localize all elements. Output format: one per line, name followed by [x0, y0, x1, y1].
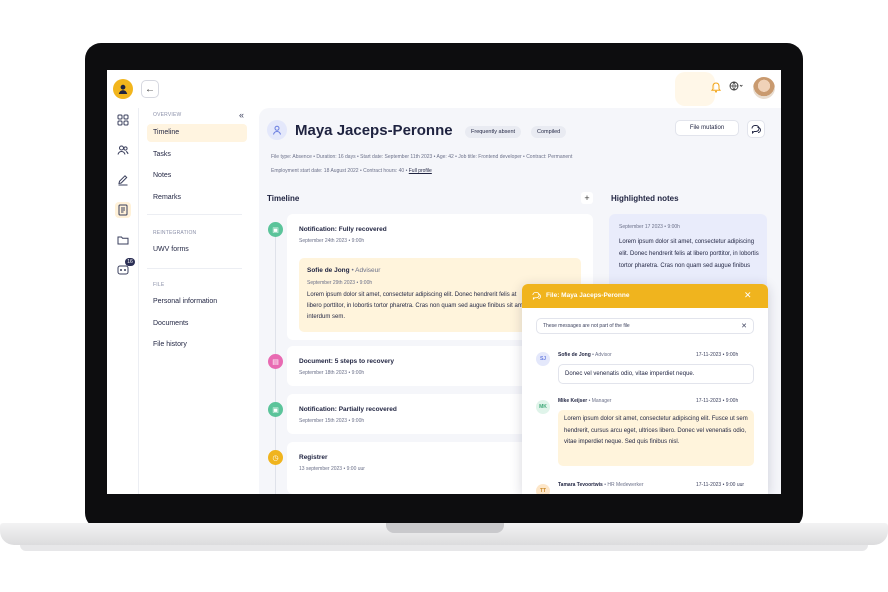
laptop-notch — [386, 523, 504, 533]
file-meta-line: File type: Absence • Duration: 16 days •… — [271, 154, 573, 160]
avatar: SJ — [536, 352, 550, 366]
full-profile-link[interactable]: Full profile — [409, 168, 432, 174]
timeline-item-title: Notification: Partially recovered — [299, 406, 397, 413]
back-button[interactable]: ← — [141, 80, 159, 98]
message-time: 17-11-2023 • 9:00h — [696, 398, 739, 404]
sub-navigation: « OVERVIEW Timeline Tasks Notes Remarks … — [139, 108, 247, 494]
file-icon[interactable] — [115, 202, 131, 218]
note-date: September 29th 2023 • 9:00h — [307, 280, 373, 286]
users-icon[interactable] — [115, 142, 131, 158]
notification-icon: ▣ — [268, 402, 283, 417]
message-author: Sofie de Jong • Advisor — [558, 352, 612, 358]
message-author: Mike Keijser • Manager — [558, 398, 612, 404]
status-badge: Compiled — [531, 126, 567, 138]
message-bubble: Lorem ipsum dolor sit amet, consectetur … — [558, 410, 754, 466]
nav-item-documents[interactable]: Documents — [147, 315, 247, 333]
close-icon[interactable]: ✕ — [744, 290, 752, 301]
notification-icon: ▣ — [268, 222, 283, 237]
info-banner: These messages are not part of the file … — [536, 318, 754, 334]
timeline-item-title: Registrer — [299, 454, 328, 461]
nav-item-timeline[interactable]: Timeline — [147, 124, 247, 142]
nav-divider — [147, 268, 242, 269]
globe-icon[interactable] — [729, 81, 743, 94]
folder-icon[interactable] — [115, 232, 131, 248]
chat-bubble-icon[interactable] — [747, 120, 765, 138]
register-icon: ◷ — [268, 450, 283, 465]
edit-icon[interactable] — [115, 172, 131, 188]
nav-section-file: FILE — [153, 282, 165, 288]
highlighted-note-date: September 17 2023 • 9:00h — [619, 224, 680, 230]
file-panel-header: File: Maya Jaceps-Peronne ✕ — [522, 284, 768, 308]
logo-icon[interactable] — [113, 79, 133, 99]
laptop-shadow — [20, 545, 868, 551]
info-banner-text: These messages are not part of the file — [543, 323, 630, 329]
icon-rail: 16 — [107, 108, 139, 494]
file-mutation-button[interactable]: File mutation — [675, 120, 739, 136]
message-bubble: Donec vel venenatis odio, vitae imperdie… — [558, 364, 754, 384]
person-name: Maya Jaceps-Peronne — [295, 122, 453, 139]
nav-item-uwv-forms[interactable]: UWV forms — [147, 241, 247, 259]
person-icon — [267, 120, 287, 140]
file-chat-panel: File: Maya Jaceps-Peronne ✕ These messag… — [522, 284, 768, 494]
bell-icon[interactable] — [710, 82, 722, 96]
message-author: Tamara Tevoortwis • HR Medewerker — [558, 482, 644, 488]
avatar: TT — [536, 484, 550, 494]
nav-item-remarks[interactable]: Remarks — [147, 189, 247, 207]
highlighted-note-text: Lorem ipsum dolor sit amet, consectetur … — [619, 239, 759, 269]
timeline-item-date: September 15th 2023 • 9:00h — [299, 418, 365, 424]
file-panel-title: File: Maya Jaceps-Peronne — [546, 292, 630, 299]
nav-item-file-history[interactable]: File history — [147, 336, 247, 354]
status-badge: Frequently absent — [465, 126, 522, 138]
message-time: 17-11-2023 • 9:00 uur — [696, 482, 745, 488]
user-avatar[interactable] — [753, 77, 775, 99]
timeline-item-date: 13 september 2023 • 9:00 uur — [299, 466, 365, 472]
notification-highlight — [675, 72, 715, 106]
timeline-title: Timeline — [267, 194, 300, 203]
note-text: Lorem ipsum dolor sit amet, consectetur … — [307, 292, 528, 320]
nav-divider — [147, 214, 242, 215]
nav-section-reintegration: REINTEGRATION — [153, 230, 197, 236]
arrow-left-icon: ← — [145, 83, 155, 95]
timeline-item-date: September 18th 2023 • 9:00h — [299, 370, 365, 376]
timeline-item-title: Document: 5 steps to recovery — [299, 358, 395, 365]
document-icon: ▤ — [268, 354, 283, 369]
chat-count-badge: 16 — [125, 258, 135, 266]
highlighted-notes-title: Highlighted notes — [611, 194, 679, 203]
nav-item-notes[interactable]: Notes — [147, 167, 247, 185]
timeline-item-date: September 24th 2023 • 9:00h — [299, 238, 365, 244]
nav-item-personal-information[interactable]: Personal information — [147, 293, 247, 311]
avatar: MK — [536, 400, 550, 414]
app-screen: ← 16 « OVERVIEW Timeline Tasks Notes Rem… — [107, 70, 781, 494]
file-meta-text: Employment start date: 18 August 2022 • … — [271, 168, 408, 174]
chat-bubble-icon — [532, 291, 541, 302]
nav-section-overview: OVERVIEW — [153, 112, 182, 118]
note-author: Sofie de Jong • Adviseur — [307, 267, 381, 274]
timeline-item-title: Notification: Fully recovered — [299, 226, 387, 233]
message-time: 17-11-2023 • 9:00h — [696, 352, 739, 358]
close-icon[interactable]: ✕ — [741, 319, 747, 334]
nav-item-tasks[interactable]: Tasks — [147, 146, 247, 164]
file-meta-line: Employment start date: 18 August 2022 • … — [271, 168, 432, 174]
collapse-icon[interactable]: « — [239, 110, 244, 120]
add-button[interactable]: + — [581, 192, 593, 204]
dashboard-icon[interactable] — [115, 112, 131, 128]
top-bar: ← — [107, 70, 781, 108]
